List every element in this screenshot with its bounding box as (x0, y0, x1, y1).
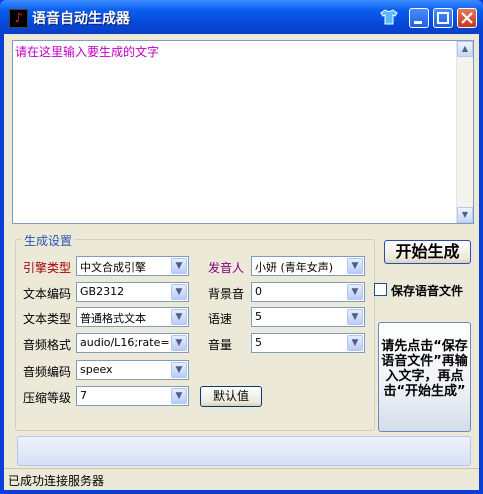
volume-select[interactable]: 5 ▼ (251, 333, 365, 353)
speed-select[interactable]: 5 ▼ (251, 307, 365, 327)
chevron-down-icon[interactable]: ▼ (347, 335, 363, 351)
chevron-down-icon[interactable]: ▼ (171, 335, 187, 351)
status-bar: 已成功连接服务器 (4, 468, 479, 491)
text-type-label: 文本类型 (23, 312, 72, 326)
chevron-down-icon[interactable]: ▼ (171, 388, 187, 404)
client-area: 请在这里输入要生成的文字 ▲ ▼ 生成设置 引擎类型 中文合成引擎 ▼ 文本编码… (4, 34, 479, 490)
save-audio-checkbox[interactable] (374, 283, 387, 296)
audio-format-select[interactable]: audio/L16;rate= ▼ (76, 333, 189, 353)
engine-type-label: 引擎类型 (23, 261, 72, 275)
vertical-scrollbar[interactable]: ▲ ▼ (456, 41, 473, 223)
text-encoding-select[interactable]: GB2312 ▼ (76, 282, 189, 302)
scroll-down-icon[interactable]: ▼ (457, 207, 473, 223)
instruction-button[interactable]: 请先点击“保存语音文件”再输入文字，再点击“开始生成” (378, 322, 471, 432)
audio-encoding-label: 音频编码 (23, 365, 72, 379)
default-values-button[interactable]: 默认值 (200, 386, 262, 407)
text-input-placeholder: 请在这里输入要生成的文字 (15, 45, 160, 59)
title-bar[interactable]: ♪ 语音自动生成器 (0, 0, 483, 34)
chevron-down-icon[interactable]: ▼ (347, 309, 363, 325)
chevron-down-icon[interactable]: ▼ (347, 284, 363, 300)
speed-label: 语速 (208, 312, 233, 326)
close-icon (461, 12, 473, 24)
chevron-down-icon[interactable]: ▼ (171, 362, 187, 378)
window-title: 语音自动生成器 (32, 11, 130, 27)
compression-level-select[interactable]: 7 ▼ (76, 386, 189, 406)
text-input-area[interactable]: 请在这里输入要生成的文字 ▲ ▼ (12, 40, 474, 224)
chevron-down-icon[interactable]: ▼ (171, 309, 187, 325)
app-window: ♪ 语音自动生成器 请在这里输入要生成的文字 ▲ ▼ 生成设置 引擎类型 中文合… (0, 0, 483, 494)
text-type-select[interactable]: 普通格式文本 ▼ (76, 307, 189, 327)
volume-label: 音量 (208, 338, 233, 352)
save-audio-label[interactable]: 保存语音文件 (391, 282, 463, 299)
audio-encoding-select[interactable]: speex ▼ (76, 360, 189, 380)
minimize-button[interactable] (409, 8, 429, 28)
app-logo-icon: ♪ (9, 9, 28, 28)
speaker-select[interactable]: 小妍 (青年女声) ▼ (251, 256, 365, 276)
chevron-down-icon[interactable]: ▼ (171, 258, 187, 274)
engine-type-select[interactable]: 中文合成引擎 ▼ (76, 256, 189, 276)
compression-level-label: 压缩等级 (23, 391, 72, 405)
maximize-icon (437, 12, 449, 24)
background-sound-select[interactable]: 0 ▼ (251, 282, 365, 302)
minimize-icon (414, 21, 422, 24)
background-sound-label: 背景音 (208, 287, 245, 301)
settings-group-title: 生成设置 (21, 232, 76, 249)
audio-format-label: 音频格式 (23, 338, 72, 352)
text-encoding-label: 文本编码 (23, 287, 72, 301)
status-text: 已成功连接服务器 (8, 474, 105, 488)
maximize-button[interactable] (433, 8, 453, 28)
skin-shirt-icon[interactable] (380, 9, 398, 25)
chevron-down-icon[interactable]: ▼ (347, 258, 363, 274)
progress-bar (17, 436, 471, 466)
speaker-label: 发音人 (208, 261, 245, 275)
chevron-down-icon[interactable]: ▼ (171, 284, 187, 300)
start-generate-button[interactable]: 开始生成 (384, 240, 471, 264)
close-button[interactable] (457, 8, 477, 28)
scroll-up-icon[interactable]: ▲ (457, 41, 473, 57)
